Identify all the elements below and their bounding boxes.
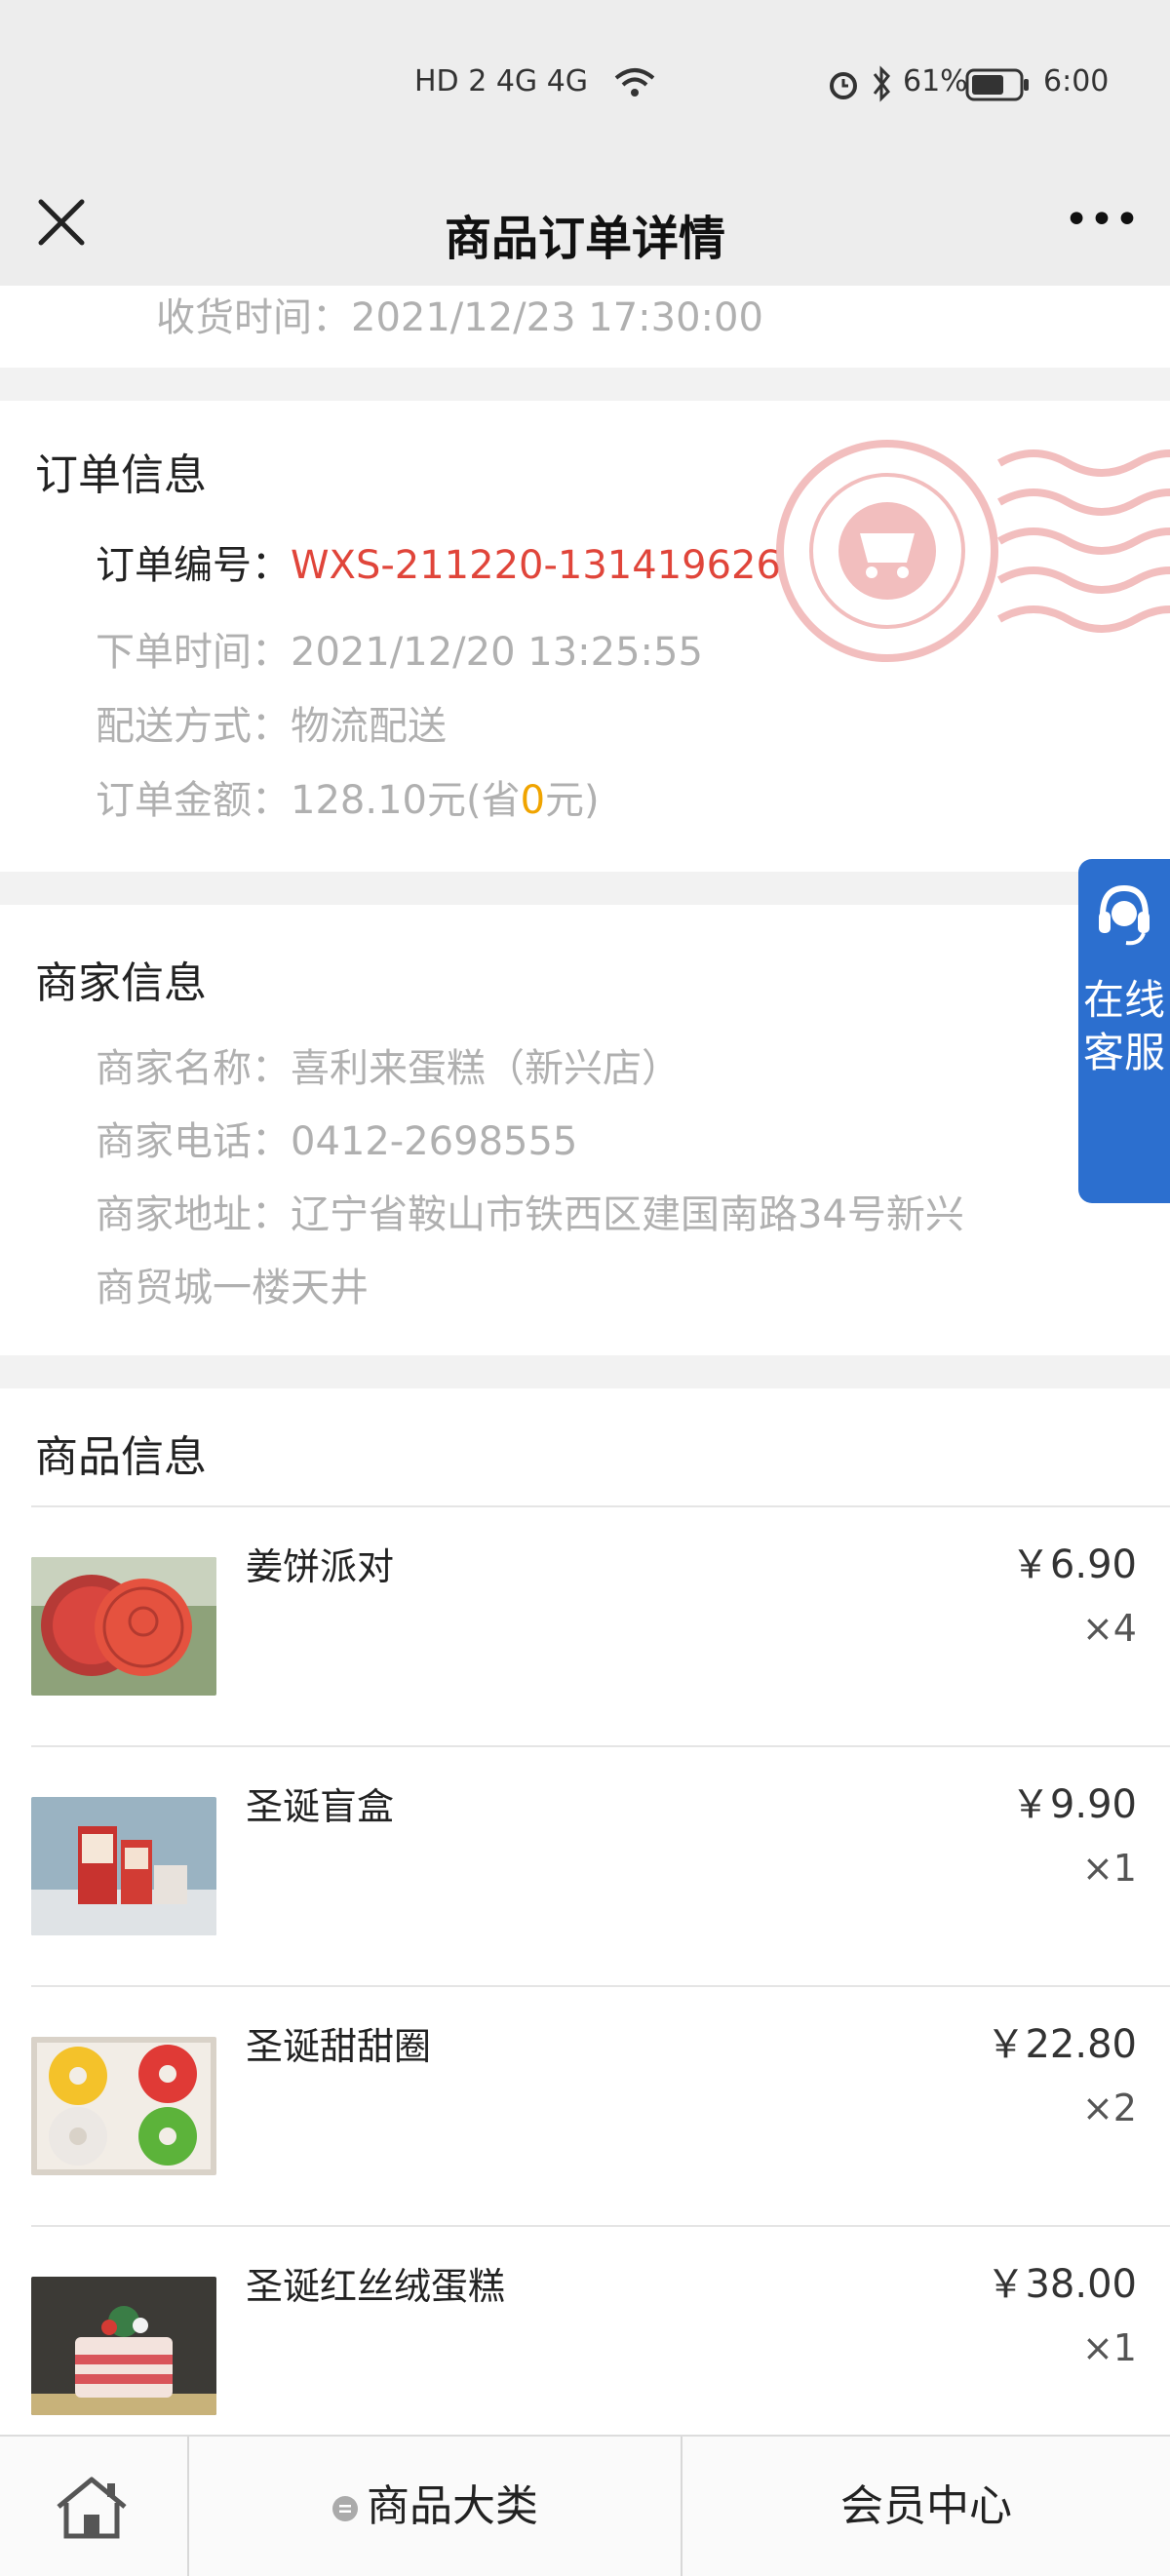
product-image — [31, 1797, 216, 1935]
product-image — [31, 2037, 216, 2175]
bluetooth-icon — [873, 65, 890, 102]
merchant-info-title: 商家信息 — [35, 958, 207, 1008]
product-item[interactable]: 圣诞盲盒 ￥9.90 ×1 — [0, 1747, 1170, 1985]
product-price: ￥22.80 — [986, 2022, 1137, 2067]
shipping-method-value: 物流配送 — [291, 704, 447, 749]
delivery-time-row: 收货时间：2021/12/23 17:30:00 — [156, 286, 763, 342]
product-name: 圣诞红丝绒蛋糕 — [246, 2265, 506, 2308]
tab-member-center-label: 会员中心 — [840, 2481, 1012, 2531]
order-amount-label: 订单金额： — [96, 778, 291, 823]
product-image — [31, 2277, 216, 2415]
product-image — [31, 1557, 216, 1696]
delivery-time-value: 2021/12/23 17:30:00 — [351, 295, 763, 340]
alarm-icon — [830, 72, 857, 99]
merchant-phone-row[interactable]: 商家电话：0412-2698555 — [96, 1110, 577, 1166]
merchant-name-label: 商家名称： — [96, 1046, 291, 1091]
bottom-tab-bar: 商品大类 会员中心 — [0, 2435, 1170, 2576]
merchant-address-row: 商家地址：辽宁省鞍山市铁西区建国南路34号新兴 — [96, 1183, 964, 1239]
tab-product-category-label: 商品大类 — [367, 2481, 538, 2531]
order-info-title: 订单信息 — [35, 450, 207, 500]
saved-amount: 0 — [520, 778, 546, 823]
order-number-row: 订单编号：WXS-211220-131419626 — [96, 533, 781, 590]
wifi-icon — [614, 68, 655, 97]
product-price: ￥6.90 — [1010, 1542, 1137, 1587]
order-number-value: WXS-211220-131419626 — [291, 543, 781, 588]
title-bar: 商品订单详情 ••• — [0, 171, 1170, 286]
tab-member-center[interactable]: 会员中心 — [682, 2437, 1170, 2576]
menu-dot-icon — [332, 2496, 358, 2521]
clock: 6:00 — [1043, 64, 1110, 98]
product-quantity: ×1 — [1081, 2326, 1137, 2369]
order-amount-value: 128.10元(省 — [291, 778, 521, 823]
merchant-name-row: 商家名称：喜利来蛋糕（新兴店） — [96, 1036, 681, 1093]
customer-service-button[interactable]: 在线客服 — [1078, 859, 1170, 1203]
merchant-name-value: 喜利来蛋糕（新兴店） — [291, 1046, 681, 1091]
product-price: ￥9.90 — [1010, 1782, 1137, 1827]
more-options-button[interactable]: ••• — [1063, 196, 1141, 254]
product-price: ￥38.00 — [986, 2262, 1137, 2307]
merchant-phone-value[interactable]: 0412-2698555 — [291, 1119, 577, 1164]
product-item[interactable]: 圣诞红丝绒蛋糕 ￥38.00 ×1 — [0, 2227, 1170, 2435]
product-info-title: 商品信息 — [35, 1432, 207, 1482]
product-quantity: ×1 — [1081, 1847, 1137, 1890]
delivery-card: 收货时间：2021/12/23 17:30:00 — [0, 286, 1170, 368]
product-quantity: ×4 — [1081, 1607, 1137, 1650]
merchant-info-card: 商家信息 商家名称：喜利来蛋糕（新兴店） 商家电话：0412-2698555 商… — [0, 905, 1170, 1355]
home-icon — [57, 2477, 127, 2539]
page-title: 商品订单详情 — [444, 212, 725, 266]
order-number-label: 订单编号： — [96, 543, 291, 588]
customer-service-label: 在线客服 — [1082, 976, 1165, 1076]
order-time-row: 下单时间：2021/12/20 13:25:55 — [96, 620, 703, 677]
merchant-address-label: 商家地址： — [96, 1192, 291, 1237]
delivery-time-label: 收货时间： — [156, 295, 351, 340]
headset-icon — [1099, 884, 1150, 946]
order-amount-row: 订单金额：128.10元(省0元) — [96, 768, 600, 825]
shipping-method-label: 配送方式： — [96, 704, 291, 749]
battery-icon — [965, 68, 1029, 101]
status-bar: HD 2 4G 4G 61% 6:00 — [0, 0, 1170, 171]
order-amount-suffix: 元) — [545, 778, 600, 823]
product-quantity: ×2 — [1081, 2087, 1137, 2129]
tab-product-category[interactable]: 商品大类 — [189, 2437, 681, 2576]
product-name: 圣诞甜甜圈 — [246, 2025, 432, 2068]
signal-icons: HD 2 4G 4G — [414, 64, 589, 98]
product-item[interactable]: 圣诞甜甜圈 ￥22.80 ×2 — [0, 1987, 1170, 2225]
battery-percent: 61% — [903, 64, 968, 98]
order-time-label: 下单时间： — [96, 630, 291, 675]
product-name: 圣诞盲盒 — [246, 1785, 395, 1828]
merchant-address-line1: 辽宁省鞍山市铁西区建国南路34号新兴 — [291, 1192, 964, 1237]
collection-stamp-icon — [776, 440, 1170, 662]
tab-home[interactable] — [0, 2437, 187, 2576]
product-info-card: 商品信息 姜饼派对 ￥6.90 ×4 圣诞盲盒 ￥9.90 ×1 圣诞甜甜圈 ￥… — [0, 1388, 1170, 2435]
shipping-method-row: 配送方式：物流配送 — [96, 694, 447, 751]
order-time-value: 2021/12/20 13:25:55 — [291, 630, 703, 675]
merchant-phone-label: 商家电话： — [96, 1119, 291, 1164]
product-item[interactable]: 姜饼派对 ￥6.90 ×4 — [0, 1507, 1170, 1745]
merchant-address-line2: 商贸城一楼天井 — [96, 1266, 369, 1310]
product-name: 姜饼派对 — [246, 1545, 395, 1588]
